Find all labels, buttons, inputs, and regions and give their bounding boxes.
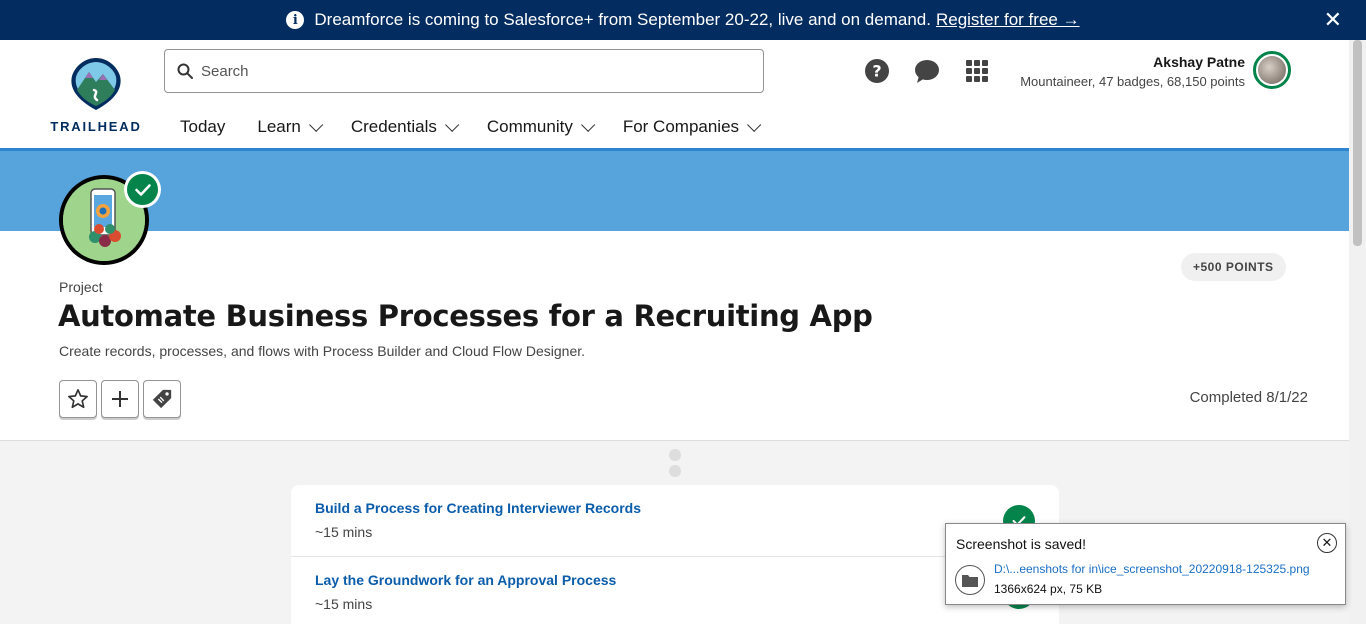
chevron-down-icon	[580, 117, 596, 132]
site-header: TRAILHEAD ?	[0, 40, 1349, 148]
avatar-image	[1258, 56, 1286, 84]
header-icons: ?	[864, 58, 990, 84]
chat-icon[interactable]	[914, 58, 940, 84]
trailhead-logo-icon	[71, 58, 121, 110]
list-item: Lay the Groundwork for an Approval Proce…	[291, 557, 1059, 624]
project-steps-list: Build a Process for Creating Interviewer…	[291, 485, 1059, 624]
folder-icon[interactable]	[955, 565, 985, 595]
info-icon: i	[286, 11, 305, 29]
list-item: Build a Process for Creating Interviewer…	[291, 485, 1059, 557]
user-name: Akshay Patne	[1153, 54, 1245, 70]
nav-label: For Companies	[622, 117, 740, 136]
screenshot-toast: Screenshot is saved! ✕ D:\...eenshots fo…	[945, 523, 1346, 605]
trailhead-logo[interactable]: TRAILHEAD	[50, 56, 142, 134]
tag-button[interactable]	[143, 380, 181, 418]
help-icon[interactable]: ?	[864, 58, 890, 84]
project-description: Create records, processes, and flows wit…	[59, 343, 586, 359]
main-nav: Today Learn Credentials Community For Co…	[180, 117, 762, 137]
nav-label: Learn	[257, 117, 301, 136]
banner-message: Dreamforce is coming to Salesforce+ from…	[314, 10, 931, 29]
page-scrollbar[interactable]	[1349, 40, 1366, 624]
chevron-down-icon	[747, 117, 762, 132]
close-banner-icon[interactable]: ✕	[1324, 7, 1342, 33]
completed-date: Completed 8/1/22	[1189, 389, 1308, 406]
favorite-button[interactable]	[59, 380, 97, 418]
step-link[interactable]: Build a Process for Creating Interviewer…	[315, 500, 1035, 516]
user-stats: Mountaineer, 47 badges, 68,150 points	[1020, 74, 1245, 89]
completed-check-icon	[124, 171, 161, 208]
close-icon[interactable]: ✕	[1317, 533, 1337, 553]
nav-label: Today	[180, 117, 226, 136]
nav-label: Community	[486, 117, 573, 136]
chevron-down-icon	[444, 117, 460, 132]
plus-icon	[112, 391, 128, 407]
nav-today[interactable]: Today	[180, 117, 225, 137]
points-badge: +500 POINTS	[1181, 253, 1286, 281]
project-header-card	[0, 231, 1349, 441]
search-box[interactable]	[164, 49, 764, 93]
nav-credentials[interactable]: Credentials	[350, 117, 460, 137]
nav-label: Credentials	[350, 117, 437, 136]
app-launcher-icon[interactable]	[964, 58, 990, 84]
svg-text:?: ?	[872, 62, 881, 81]
file-path-link[interactable]: D:\...eenshots for in\ice_screenshot_202…	[994, 562, 1310, 576]
step-link[interactable]: Lay the Groundwork for an Approval Proce…	[315, 572, 1035, 588]
step-duration: ~15 mins	[315, 596, 373, 612]
search-input[interactable]	[201, 62, 741, 80]
user-info[interactable]: Akshay Patne Mountaineer, 47 badges, 68,…	[1020, 54, 1245, 89]
logo-text: TRAILHEAD	[50, 119, 142, 134]
drag-handle-icon	[669, 449, 681, 481]
avatar[interactable]	[1253, 51, 1291, 89]
chevron-down-icon	[308, 117, 324, 132]
star-icon	[68, 389, 88, 409]
page-title: Automate Business Processes for a Recrui…	[58, 299, 873, 333]
scrollbar-thumb[interactable]	[1353, 40, 1362, 246]
tag-icon	[152, 389, 172, 409]
search-icon	[177, 63, 193, 79]
step-duration: ~15 mins	[315, 524, 373, 540]
hero-banner	[0, 148, 1349, 231]
add-to-list-button[interactable]	[101, 380, 139, 418]
toast-title: Screenshot is saved!	[956, 536, 1086, 552]
nav-learn[interactable]: Learn	[257, 117, 324, 137]
project-type-label: Project	[59, 279, 103, 295]
register-link[interactable]: Register for free →	[936, 10, 1080, 30]
announcement-banner: i Dreamforce is coming to Salesforce+ fr…	[0, 0, 1366, 40]
file-size: 1366x624 px, 75 KB	[994, 582, 1103, 596]
project-actions	[59, 380, 181, 418]
nav-for-companies[interactable]: For Companies	[622, 117, 762, 137]
nav-community[interactable]: Community	[486, 117, 596, 137]
